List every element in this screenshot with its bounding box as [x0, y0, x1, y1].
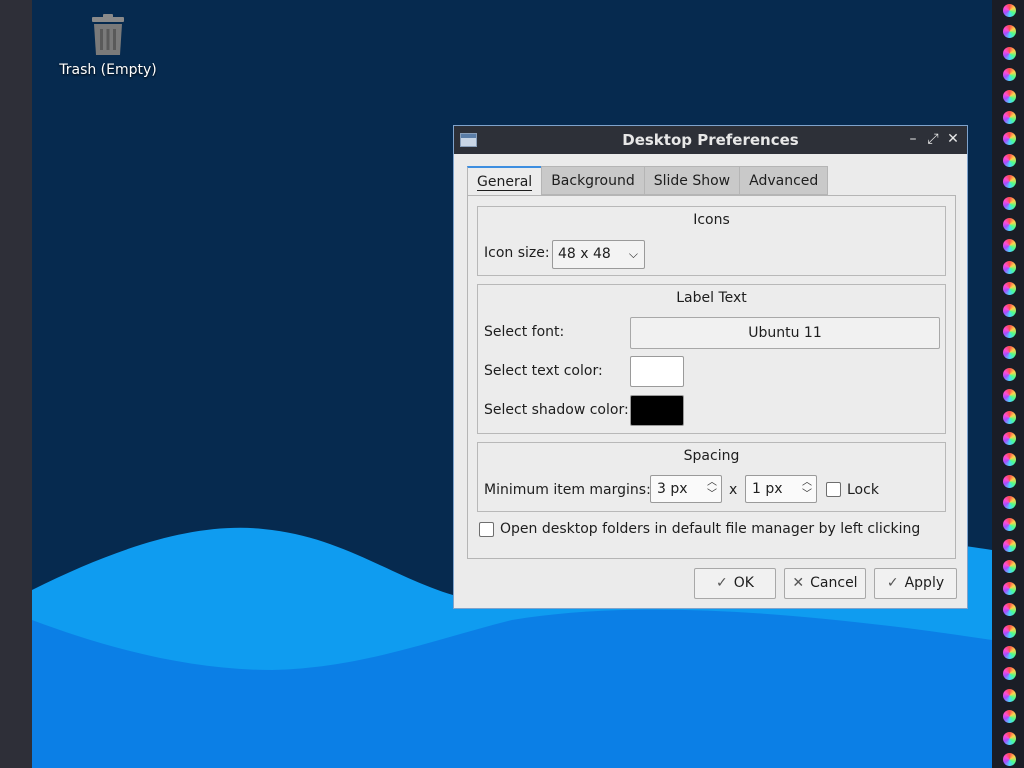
- tab-bar: General Background Slide Show Advanced: [467, 166, 829, 196]
- tab-background[interactable]: Background: [541, 166, 645, 195]
- dock-app-icon[interactable]: [1003, 474, 1016, 488]
- close-button[interactable]: ✕: [944, 130, 962, 148]
- check-icon: ✓: [886, 575, 899, 591]
- margin-y-spinbox[interactable]: 1 px ︿ ﹀: [745, 475, 817, 503]
- margin-y-value: 1 px: [752, 481, 783, 497]
- margin-x-spinbox[interactable]: 3 px ︿ ﹀: [650, 475, 722, 503]
- dialog-title: Desktop Preferences: [622, 131, 799, 149]
- select-font-label: Select font:: [484, 324, 565, 340]
- minimize-button[interactable]: –: [904, 130, 922, 148]
- close-icon: ✕: [792, 575, 805, 591]
- minimum-item-margins-label: Minimum item margins:: [484, 482, 651, 498]
- font-picker-button[interactable]: Ubuntu 11: [630, 317, 940, 349]
- chevron-down-icon: ⌵: [628, 247, 638, 261]
- trash-desktop-icon[interactable]: Trash (Empty): [58, 14, 158, 78]
- label-text-group: Label Text Select font: Ubuntu 11 Select…: [477, 284, 946, 434]
- dock-app-icon[interactable]: [1003, 517, 1016, 531]
- dock-app-icon[interactable]: [1003, 688, 1016, 702]
- icons-group-title: Icons: [693, 212, 730, 228]
- apply-button[interactable]: ✓ Apply: [874, 568, 957, 599]
- dock-app-icon[interactable]: [1003, 367, 1016, 381]
- text-color-swatch[interactable]: [630, 356, 684, 387]
- dock-app-icon[interactable]: [1003, 432, 1016, 445]
- tab-general[interactable]: General: [467, 166, 543, 196]
- icon-size-value: 48 x 48: [558, 246, 611, 262]
- spin-arrows-icon[interactable]: ︿ ﹀: [706, 477, 718, 501]
- dock-app-icon[interactable]: [1003, 581, 1016, 595]
- icons-group: Icons Icon size: 48 x 48 ⌵: [477, 206, 946, 276]
- left-panel: [0, 0, 32, 768]
- dock-app-icon[interactable]: [1003, 153, 1016, 167]
- tab-advanced[interactable]: Advanced: [739, 166, 829, 195]
- spin-arrows-icon[interactable]: ︿ ﹀: [801, 477, 813, 501]
- margin-separator: x: [729, 482, 738, 498]
- dock-app-icon[interactable]: [1003, 753, 1016, 766]
- margin-x-value: 3 px: [657, 481, 688, 497]
- shadow-color-swatch[interactable]: [630, 395, 684, 426]
- dock-app-icon[interactable]: [1003, 4, 1016, 17]
- open-folders-label[interactable]: Open desktop folders in default file man…: [500, 521, 920, 537]
- title-bar[interactable]: Desktop Preferences – ⤢ ✕: [454, 126, 967, 154]
- dock-app-icon[interactable]: [1003, 89, 1016, 103]
- dock-app-icon[interactable]: [1003, 410, 1016, 424]
- dock-app-icon[interactable]: [1003, 325, 1016, 338]
- lock-label[interactable]: Lock: [847, 482, 879, 498]
- tab-slide-show[interactable]: Slide Show: [643, 166, 741, 195]
- apply-label: Apply: [904, 575, 945, 591]
- maximize-button[interactable]: ⤢: [924, 130, 942, 148]
- icon-size-select[interactable]: 48 x 48 ⌵: [552, 240, 645, 269]
- lock-checkbox[interactable]: [826, 482, 841, 497]
- dock-app-icon[interactable]: [1003, 196, 1016, 210]
- spacing-group: Spacing Minimum item margins: 3 px ︿ ﹀ x …: [477, 442, 946, 512]
- trash-icon: [92, 14, 124, 55]
- general-tab-pane: Icons Icon size: 48 x 48 ⌵ Label Text Se…: [467, 195, 956, 559]
- dock-app-icon[interactable]: [1003, 303, 1016, 317]
- select-shadow-color-label: Select shadow color:: [484, 402, 629, 418]
- dock-app-icon[interactable]: [1003, 539, 1016, 552]
- spacing-group-title: Spacing: [683, 448, 740, 464]
- cancel-button[interactable]: ✕ Cancel: [784, 568, 866, 599]
- dock-app-icon[interactable]: [1003, 218, 1016, 231]
- select-text-color-label: Select text color:: [484, 363, 603, 379]
- ok-button[interactable]: ✓ OK: [694, 568, 776, 599]
- dock-app-icon[interactable]: [1003, 46, 1016, 60]
- dock-app-icon[interactable]: [1003, 731, 1016, 745]
- dock-app-icon[interactable]: [1003, 646, 1016, 659]
- dock-app-icon[interactable]: [1003, 111, 1016, 124]
- label-text-group-title: Label Text: [676, 290, 747, 306]
- ok-label: OK: [733, 575, 754, 591]
- dock-app-icon[interactable]: [1003, 624, 1016, 638]
- dock-app-icon[interactable]: [1003, 260, 1016, 274]
- desktop-preferences-dialog: Desktop Preferences – ⤢ ✕ General Backgr…: [453, 125, 968, 609]
- trash-label: Trash (Empty): [59, 62, 157, 78]
- open-folders-checkbox[interactable]: [479, 522, 494, 537]
- cancel-label: Cancel: [810, 575, 858, 591]
- icon-size-label: Icon size:: [484, 245, 550, 261]
- check-icon: ✓: [716, 575, 728, 591]
